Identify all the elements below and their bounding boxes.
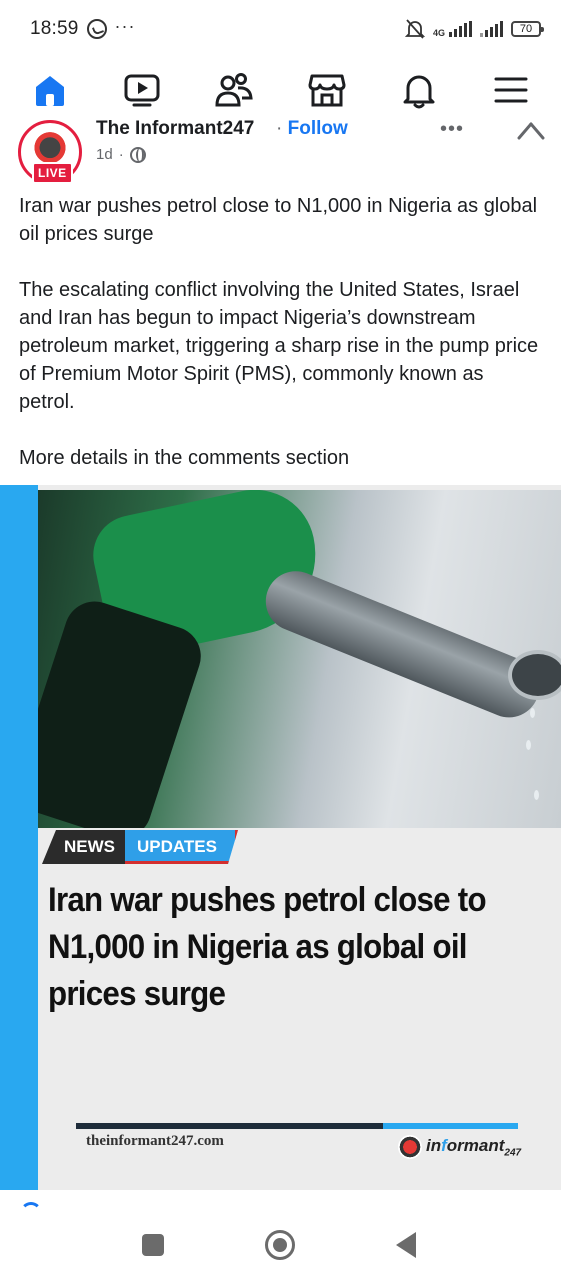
logo-post: ormant <box>446 1135 505 1155</box>
fuel-drip <box>526 740 531 750</box>
site-logo-icon <box>398 1135 422 1159</box>
nozzle-tip <box>508 650 561 700</box>
post-image[interactable]: NEWS UPDATES Iran war pushes petrol clos… <box>0 485 561 1190</box>
post-time[interactable]: 1d <box>96 146 113 163</box>
facebook-tab-bar <box>0 58 561 122</box>
badge-updates: UPDATES <box>125 830 238 864</box>
back-button[interactable] <box>396 1232 416 1258</box>
video-icon <box>124 74 160 107</box>
fuel-drip <box>530 708 535 718</box>
logo-num: 247 <box>504 1147 522 1159</box>
post-paragraph: More details in the comments section <box>19 447 350 469</box>
nozzle-grip <box>38 593 209 828</box>
tab-home[interactable] <box>28 68 72 112</box>
logo-pre: in <box>426 1135 442 1155</box>
home-icon <box>36 76 64 106</box>
badge-news: NEWS <box>42 830 125 864</box>
follow-separator: · <box>276 118 288 139</box>
tab-friends[interactable] <box>212 68 256 112</box>
friends-icon <box>215 73 254 107</box>
site-url: theinformant247.com <box>86 1133 224 1149</box>
home-button[interactable] <box>265 1230 295 1260</box>
nozzle-pipe <box>256 562 549 727</box>
follow-button[interactable]: · Follow <box>276 118 348 140</box>
post-paragraph: Iran war pushes petrol close to N1,000 i… <box>19 195 538 245</box>
image-divider-dark <box>76 1123 383 1129</box>
whatsapp-icon <box>86 19 107 39</box>
page-name-link[interactable]: The Informant247 <box>96 118 254 140</box>
signal-icon <box>449 21 472 37</box>
bell-muted-icon <box>404 19 425 39</box>
post-paragraph: The escalating conflict involving the Un… <box>19 279 539 413</box>
tab-menu[interactable] <box>489 68 533 112</box>
post-header: LIVE The Informant247 · Follow 1d · ••• <box>0 118 561 190</box>
marketplace-icon <box>308 74 346 107</box>
fuel-drip <box>534 790 539 800</box>
tab-marketplace[interactable] <box>305 68 349 112</box>
news-updates-badge: NEWS UPDATES <box>42 830 238 864</box>
signal-2-icon <box>480 21 503 37</box>
status-bar: 18:59 ··· 4G 70 <box>0 0 561 58</box>
battery-icon: 70 <box>511 21 544 37</box>
live-badge: LIVE <box>32 162 73 184</box>
tab-notifications[interactable] <box>397 68 441 112</box>
image-headline: Iran war pushes petrol close to N1,000 i… <box>48 881 487 1013</box>
site-logo-text: informant247 <box>426 1136 521 1158</box>
more-options-icon[interactable]: ••• <box>440 118 464 141</box>
meta-separator: · <box>118 146 124 163</box>
status-time: 18:59 <box>30 18 79 39</box>
fuel-nozzle-photo <box>38 490 561 828</box>
network-type: 4G <box>432 28 445 38</box>
site-logo: informant247 <box>398 1135 521 1159</box>
close-icon[interactable] <box>516 118 546 140</box>
android-nav-bar <box>0 1210 561 1280</box>
recents-button[interactable] <box>142 1234 164 1256</box>
post-body: Iran war pushes petrol close to N1,000 i… <box>19 192 544 500</box>
more-notifications-icon: ··· <box>114 16 136 36</box>
menu-icon <box>494 77 528 103</box>
post-meta: 1d · <box>96 146 146 163</box>
globe-icon <box>129 146 146 163</box>
bell-icon <box>403 75 435 109</box>
image-accent-bar <box>0 485 38 1190</box>
tab-video[interactable] <box>120 68 164 112</box>
follow-label: Follow <box>287 118 348 139</box>
